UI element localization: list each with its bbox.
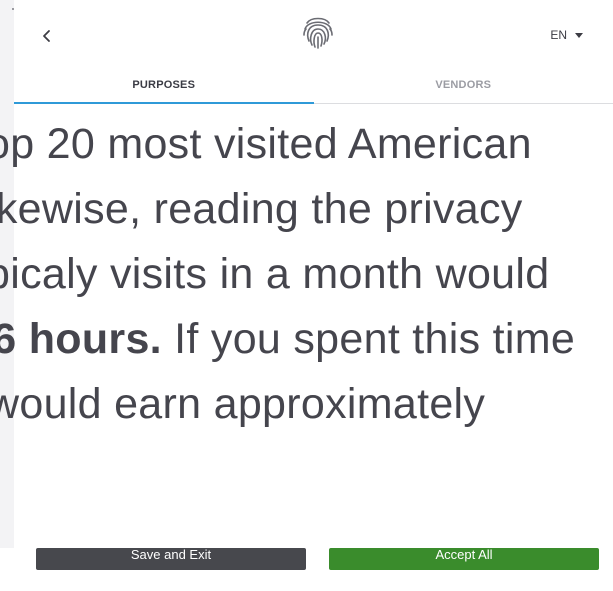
fingerprint-icon [303,17,333,49]
save-label: Save and Exit [130,548,212,562]
caret-down-icon [575,32,583,38]
language-label: EN [550,28,567,42]
back-button[interactable] [36,24,58,48]
body-line: op 20 most visited American [0,120,532,168]
dialog-header: EN [14,0,613,66]
body-line: would earn approximately [0,380,486,428]
body-line: ikewise, reading the privacy [0,185,523,233]
accept-all-button[interactable]: Accept All [329,548,599,570]
body-line: .6 hours. If you spent this time [0,315,575,364]
body-line-rest: If you spent this time [161,315,576,363]
body-line: picaly visits in a month would [0,250,550,298]
privacy-body-text: op 20 most visited American ikewise, rea… [0,104,599,544]
tab-bar: PURPOSES VENDORS [14,66,613,104]
language-selector[interactable]: EN [550,28,583,42]
consent-dialog: EN PURPOSES VENDORS Save and Exit Accept… [0,0,613,591]
body-line-bold: .6 hours. [0,315,162,363]
save-and-exit-button[interactable]: Save and Exit [36,548,306,570]
tab-vendors[interactable]: VENDORS [314,66,613,103]
accept-label: Accept All [435,548,493,562]
chevron-left-icon [43,30,50,42]
tab-purposes[interactable]: PURPOSES [14,66,314,104]
gutter-footer [0,548,14,591]
